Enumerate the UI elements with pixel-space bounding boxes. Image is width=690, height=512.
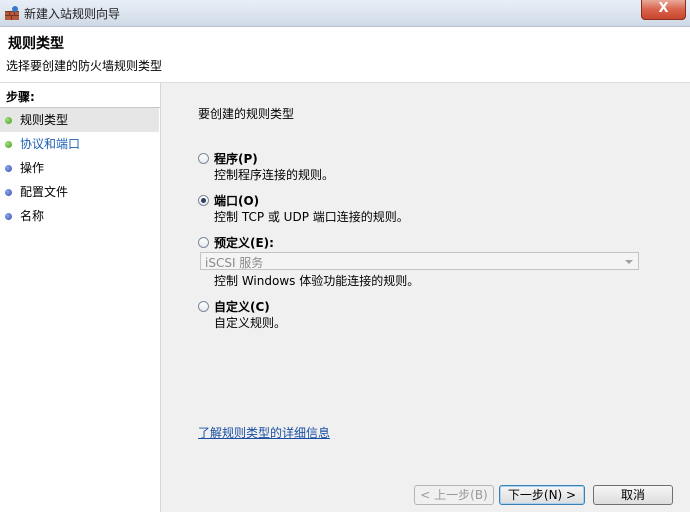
step-item-protocol-ports[interactable]: 协议和端口 [0,132,159,156]
predefined-select: iSCSI 服务 [200,252,639,270]
step-label: 规则类型 [20,113,69,127]
close-button[interactable]: X [641,0,686,20]
option-custom-title[interactable]: 自定义(C) [214,298,270,315]
back-button[interactable]: < 上一步(B) [414,485,494,505]
learn-more-link[interactable]: 了解规则类型的详细信息 [198,424,330,441]
option-custom-desc: 自定义规则。 [214,316,287,330]
step-label: 名称 [20,209,45,223]
predefined-select-value: iSCSI 服务 [205,256,264,270]
wizard-content: 要创建的规则类型 程序(P) 控制程序连接的规则。 端口(O) 控制 TCP 或… [161,83,690,512]
next-button[interactable]: 下一步(N) > [499,485,585,505]
cancel-button[interactable]: 取消 [593,485,673,505]
radio-program[interactable] [198,153,209,164]
chevron-down-icon [625,260,633,264]
option-predefined-title[interactable]: 预定义(E): [214,234,274,251]
title-bar: 新建入站规则向导 X [0,0,690,27]
step-complete-icon [5,117,12,124]
step-pending-icon [5,213,12,220]
option-program-title[interactable]: 程序(P) [214,150,258,167]
option-program-desc: 控制程序连接的规则。 [214,168,335,182]
step-label: 协议和端口 [20,137,81,151]
steps-heading: 步骤: [6,90,35,104]
page-title: 规则类型 [8,36,64,52]
option-port-desc: 控制 TCP 或 UDP 端口连接的规则。 [214,210,409,224]
step-item-action: 操作 [0,156,159,180]
step-pending-icon [5,189,12,196]
step-label: 配置文件 [20,185,69,199]
step-complete-icon [5,141,12,148]
close-icon: X [658,1,669,16]
option-predefined-desc: 控制 Windows 体验功能连接的规则。 [214,274,420,288]
step-item-profile: 配置文件 [0,180,159,204]
step-pending-icon [5,165,12,172]
step-item-name: 名称 [0,204,159,228]
step-item-rule-type[interactable]: 规则类型 [0,108,159,132]
window-title: 新建入站规则向导 [24,7,121,21]
page-subtitle: 选择要创建的防火墙规则类型 [6,59,163,73]
radio-custom[interactable] [198,301,209,312]
radio-port[interactable] [198,195,209,206]
step-label: 操作 [20,161,45,175]
steps-panel: 步骤: 规则类型 协议和端口 操作 配置文件 名称 [0,83,161,512]
option-port-title[interactable]: 端口(O) [214,192,259,209]
firewall-app-icon [5,6,19,20]
wizard-header: 规则类型 选择要创建的防火墙规则类型 [0,27,690,83]
radio-predefined[interactable] [198,237,209,248]
rule-type-question: 要创建的规则类型 [198,107,295,121]
